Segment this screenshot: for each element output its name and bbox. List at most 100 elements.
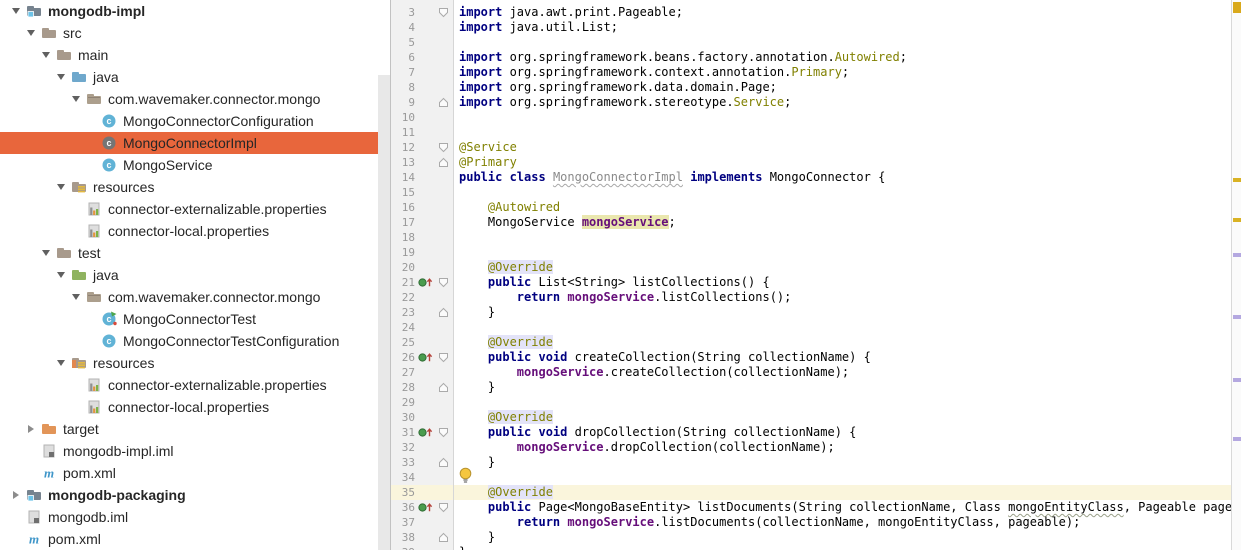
collapse-arrow-icon[interactable]	[6, 491, 26, 499]
code-text[interactable]: import java.util.List;	[454, 20, 1241, 35]
collapse-arrow-icon[interactable]	[21, 425, 41, 433]
fold-marker-icon[interactable]	[436, 352, 450, 363]
code-text[interactable]: import java.awt.print.Pageable;	[454, 5, 1241, 20]
stripe-mark-info[interactable]	[1233, 253, 1241, 257]
intention-bulb-icon[interactable]	[459, 467, 473, 485]
code-text[interactable]: public List<String> listCollections() {	[454, 275, 1241, 290]
tree-row[interactable]: main	[0, 44, 390, 66]
tree-row[interactable]: mongodb-packaging	[0, 484, 390, 506]
code-text[interactable]: import org.springframework.stereotype.Se…	[454, 95, 1241, 110]
tree-row[interactable]: resources	[0, 352, 390, 374]
code-text[interactable]: @Override	[454, 335, 1241, 350]
tree-row[interactable]: target	[0, 418, 390, 440]
stripe-mark-warning[interactable]	[1233, 218, 1241, 222]
tree-row[interactable]: test	[0, 242, 390, 264]
tree-row[interactable]: resources	[0, 176, 390, 198]
fold-marker-icon[interactable]	[436, 532, 450, 543]
line-number: 9	[391, 95, 415, 110]
code-text[interactable]: }	[454, 530, 1241, 545]
code-text[interactable]: mongoService.createCollection(collection…	[454, 365, 1241, 380]
code-text[interactable]: mongoService.dropCollection(collectionNa…	[454, 440, 1241, 455]
tree-row[interactable]: cMongoConnectorImpl	[0, 132, 390, 154]
tree-row[interactable]: connector-local.properties	[0, 220, 390, 242]
tree-row[interactable]: mongodb-impl	[0, 0, 390, 22]
gutter-spacer	[436, 202, 450, 213]
error-stripe[interactable]	[1231, 0, 1241, 550]
code-text[interactable]: @Primary	[454, 155, 1241, 170]
tree-row[interactable]: mpom.xml	[0, 462, 390, 484]
code-text[interactable]: @Override	[454, 485, 1241, 500]
code-text[interactable]: @Override	[454, 410, 1241, 425]
fold-marker-icon[interactable]	[436, 142, 450, 153]
fold-marker-icon[interactable]	[436, 457, 450, 468]
fold-marker-icon[interactable]	[436, 277, 450, 288]
expand-arrow-icon[interactable]	[36, 250, 56, 256]
gutter-cell: 28	[391, 380, 454, 395]
overrides-method-icon[interactable]	[415, 502, 436, 513]
tree-row[interactable]: com.wavemaker.connector.mongo	[0, 88, 390, 110]
expand-arrow-icon[interactable]	[36, 52, 56, 58]
stripe-mark-warning[interactable]	[1233, 178, 1241, 182]
code-text[interactable]: import org.springframework.data.domain.P…	[454, 80, 1241, 95]
gutter-spacer	[436, 247, 450, 258]
gutter-cell: 38	[391, 530, 454, 545]
code-text[interactable]: import org.springframework.context.annot…	[454, 65, 1241, 80]
fold-marker-icon[interactable]	[436, 157, 450, 168]
code-text[interactable]: }	[454, 305, 1241, 320]
fold-marker-icon[interactable]	[436, 502, 450, 513]
tree-item-label: connector-local.properties	[108, 223, 269, 239]
tree-row[interactable]: cMongoConnectorConfiguration	[0, 110, 390, 132]
fold-marker-icon[interactable]	[436, 307, 450, 318]
code-text[interactable]: return mongoService.listCollections();	[454, 290, 1241, 305]
code-text[interactable]: return mongoService.listDocuments(collec…	[454, 515, 1241, 530]
overrides-method-icon[interactable]	[415, 277, 436, 288]
tree-row[interactable]: java	[0, 264, 390, 286]
code-text[interactable]: public class MongoConnectorImpl implemen…	[454, 170, 1241, 185]
tree-row[interactable]: com.wavemaker.connector.mongo	[0, 286, 390, 308]
fold-marker-icon[interactable]	[436, 427, 450, 438]
expand-arrow-icon[interactable]	[66, 96, 86, 102]
overrides-method-icon[interactable]	[415, 352, 436, 363]
code-text[interactable]: }	[454, 455, 1241, 470]
overrides-method-icon[interactable]	[415, 427, 436, 438]
stripe-mark-info[interactable]	[1233, 315, 1241, 319]
code-text[interactable]: public Page<MongoBaseEntity> listDocumen…	[454, 500, 1241, 515]
expand-arrow-icon[interactable]	[51, 360, 71, 366]
stripe-mark-info[interactable]	[1233, 437, 1241, 441]
code-text[interactable]: @Autowired	[454, 200, 1241, 215]
tree-row[interactable]: mongodb-impl.iml	[0, 440, 390, 462]
tree-row[interactable]: cMongoConnectorTestConfiguration	[0, 330, 390, 352]
expand-arrow-icon[interactable]	[51, 74, 71, 80]
expand-arrow-icon[interactable]	[51, 184, 71, 190]
code-text[interactable]: public void dropCollection(String collec…	[454, 425, 1241, 440]
tree-row[interactable]: connector-local.properties	[0, 396, 390, 418]
code-text[interactable]: }	[454, 380, 1241, 395]
expand-arrow-icon[interactable]	[21, 30, 41, 36]
tree-row[interactable]: connector-externalizable.properties	[0, 374, 390, 396]
code-token: .listCollections();	[654, 290, 791, 304]
expand-arrow-icon[interactable]	[66, 294, 86, 300]
code-text[interactable]: import org.springframework.beans.factory…	[454, 50, 1241, 65]
project-tree-scrollbar[interactable]	[378, 75, 390, 550]
tree-row[interactable]: java	[0, 66, 390, 88]
inspection-indicator[interactable]	[1233, 2, 1241, 13]
tree-row[interactable]: cMongoService	[0, 154, 390, 176]
tree-row[interactable]: src	[0, 22, 390, 44]
fold-marker-icon[interactable]	[436, 7, 450, 18]
code-text[interactable]: @Service	[454, 140, 1241, 155]
code-text[interactable]: MongoService mongoService;	[454, 215, 1241, 230]
code-text[interactable]: public void createCollection(String coll…	[454, 350, 1241, 365]
fold-marker-icon[interactable]	[436, 382, 450, 393]
tree-row[interactable]: cMongoConnectorTest	[0, 308, 390, 330]
gutter-spacer	[415, 262, 436, 273]
code-editor[interactable]: 3import java.awt.print.Pageable;4import …	[390, 0, 1241, 550]
tree-row[interactable]: connector-externalizable.properties	[0, 198, 390, 220]
code-text[interactable]: }	[454, 545, 1241, 550]
tree-row[interactable]: mpom.xml	[0, 528, 390, 550]
fold-marker-icon[interactable]	[436, 97, 450, 108]
stripe-mark-info[interactable]	[1233, 378, 1241, 382]
expand-arrow-icon[interactable]	[51, 272, 71, 278]
code-text[interactable]: @Override	[454, 260, 1241, 275]
tree-row[interactable]: mongodb.iml	[0, 506, 390, 528]
expand-arrow-icon[interactable]	[6, 8, 26, 14]
